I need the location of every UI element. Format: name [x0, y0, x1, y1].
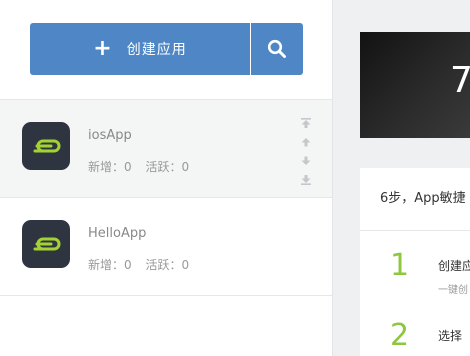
move-up-icon[interactable]	[300, 132, 312, 151]
guide-panel: 6步，App敏捷 1 创建应 一键创 2 选择	[360, 168, 470, 356]
step-description: 一键创	[438, 285, 468, 296]
step-title: 选择	[438, 329, 463, 343]
plus-icon: +	[93, 36, 113, 61]
app-logo-icon	[22, 220, 70, 268]
app-sidebar: + 创建应用 iosApp 新增：0 活跃：0 HelloApp 新增：0 活跃…	[0, 0, 333, 356]
move-to-bottom-icon[interactable]	[300, 170, 312, 189]
guide-step[interactable]: 1 创建应 一键创	[360, 231, 470, 301]
active-users-stat: 活跃：0	[145, 160, 190, 174]
app-stats: 新增：0 活跃：0	[88, 256, 199, 273]
reorder-controls	[300, 113, 312, 189]
app-list: iosApp 新增：0 活跃：0 HelloApp 新增：0 活跃：0	[0, 99, 332, 296]
step-title: 创建应	[438, 259, 470, 273]
action-bar: + 创建应用	[30, 23, 303, 75]
new-users-stat: 新增：0	[88, 258, 132, 272]
app-stats: 新增：0 活跃：0	[88, 158, 199, 175]
app-item-iosapp[interactable]: iosApp 新增：0 活跃：0	[0, 99, 332, 197]
active-users-stat: 活跃：0	[145, 258, 190, 272]
guide-title: 6步，App敏捷	[360, 168, 470, 231]
promo-banner[interactable]: 7	[360, 32, 470, 138]
app-item-helloapp[interactable]: HelloApp 新增：0 活跃：0	[0, 197, 332, 296]
new-users-stat: 新增：0	[88, 160, 132, 174]
step-number: 1	[390, 248, 410, 283]
create-app-label: 创建应用	[126, 42, 187, 58]
banner-text: 7	[450, 60, 470, 101]
step-number: 2	[390, 318, 410, 353]
app-name[interactable]: HelloApp	[88, 226, 146, 241]
app-name[interactable]: iosApp	[88, 128, 132, 143]
app-logo-icon	[22, 122, 70, 170]
search-icon	[267, 39, 286, 58]
guide-step[interactable]: 2 选择	[360, 301, 470, 356]
search-button[interactable]	[251, 23, 303, 75]
move-down-icon[interactable]	[300, 151, 312, 170]
create-app-button[interactable]: + 创建应用	[30, 23, 250, 75]
move-to-top-icon[interactable]	[300, 113, 312, 132]
